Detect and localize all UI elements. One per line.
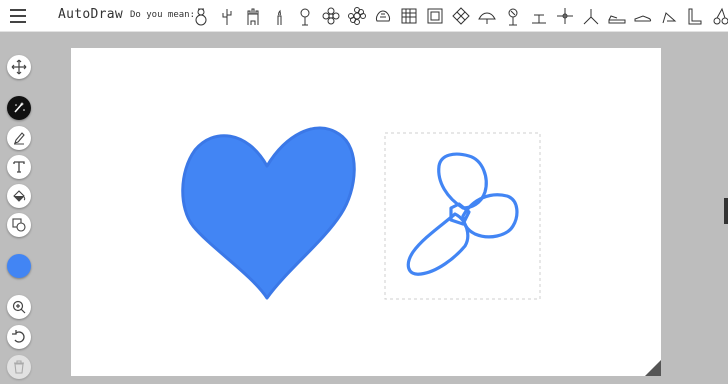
trash-icon — [14, 360, 24, 374]
snowman-icon — [195, 8, 207, 26]
suggestion-boot-icon[interactable] — [684, 5, 706, 27]
suggestions-label: Do you mean: — [130, 10, 196, 20]
fill-tool-button[interactable] — [7, 184, 31, 208]
autodraw-icon — [14, 102, 25, 113]
cross-flower-icon — [557, 8, 573, 24]
suggestion-fan-icon[interactable] — [476, 5, 498, 27]
boot-icon — [688, 8, 702, 25]
color-picker-button[interactable] — [7, 254, 31, 278]
top-bar: AutoDraw Do you mean: — [0, 0, 728, 32]
text-icon — [13, 161, 25, 173]
cherry-icon — [713, 7, 728, 25]
sneaker-icon — [608, 15, 626, 24]
heart-drawing[interactable] — [181, 126, 356, 300]
pencil-icon — [14, 132, 25, 145]
canvas-drawing — [181, 126, 541, 300]
suggestion-cauliflower-icon[interactable] — [372, 5, 394, 27]
autodraw-tool-button[interactable] — [7, 96, 31, 120]
fan-icon — [478, 12, 496, 24]
type-tool-button[interactable] — [7, 155, 31, 179]
suggestion-sneaker-icon[interactable] — [606, 5, 628, 27]
app-title: AutoDraw — [58, 7, 124, 22]
suggestion-windmill-icon[interactable] — [528, 5, 550, 27]
high-heel-icon — [662, 12, 677, 24]
suggestion-daisy-icon[interactable] — [346, 5, 368, 27]
resize-handle-icon[interactable] — [645, 360, 661, 376]
suggestion-flower-outline-icon[interactable] — [320, 5, 342, 27]
suggestion-hedge-icon[interactable] — [398, 5, 420, 27]
suggestion-cherry-icon[interactable] — [710, 5, 728, 27]
menu-icon[interactable] — [10, 9, 26, 23]
suggestion-square-pattern-icon[interactable] — [424, 5, 446, 27]
move-icon — [11, 59, 27, 75]
suggestion-castle-icon[interactable] — [242, 5, 264, 27]
palm-tree-icon — [508, 8, 518, 26]
flower-outline-icon — [322, 7, 340, 25]
paint-bucket-icon — [13, 190, 26, 202]
diamond-flower-icon — [452, 7, 470, 25]
shoe-icon — [634, 15, 652, 22]
suggestion-flower-icon[interactable] — [294, 5, 316, 27]
suggestion-shoe-icon[interactable] — [632, 5, 654, 27]
castle-icon — [247, 8, 259, 25]
suggestion-cactus-icon[interactable] — [216, 5, 238, 27]
suggestion-tripod-icon[interactable] — [580, 5, 602, 27]
scrollbar-thumb[interactable] — [724, 198, 728, 224]
undo-icon — [12, 330, 25, 343]
drawing-canvas[interactable] — [71, 48, 661, 376]
tripod-icon — [583, 9, 599, 25]
move-tool-button[interactable] — [7, 55, 31, 79]
undo-button[interactable] — [7, 325, 31, 349]
flower-icon — [300, 8, 310, 26]
zoom-in-icon — [12, 300, 26, 314]
zoom-tool-button[interactable] — [7, 295, 31, 319]
delete-button[interactable] — [7, 355, 31, 379]
suggestion-snowman-icon[interactable] — [190, 5, 212, 27]
cactus-icon — [222, 9, 232, 25]
suggestion-high-heel-icon[interactable] — [658, 5, 680, 27]
candle-icon — [277, 9, 282, 25]
hedge-icon — [401, 8, 417, 24]
shapes-icon — [12, 218, 26, 232]
suggestion-cross-flower-icon[interactable] — [554, 5, 576, 27]
windmill-icon — [532, 14, 546, 24]
daisy-icon — [348, 7, 366, 25]
sketch-drawing[interactable] — [406, 152, 519, 276]
suggestion-palm-tree-icon[interactable] — [502, 5, 524, 27]
square-pattern-icon — [427, 8, 443, 24]
suggestion-candle-icon[interactable] — [268, 5, 290, 27]
suggestion-diamond-flower-icon[interactable] — [450, 5, 472, 27]
cauliflower-icon — [376, 10, 390, 22]
shape-tool-button[interactable] — [7, 213, 31, 237]
draw-tool-button[interactable] — [7, 126, 31, 150]
